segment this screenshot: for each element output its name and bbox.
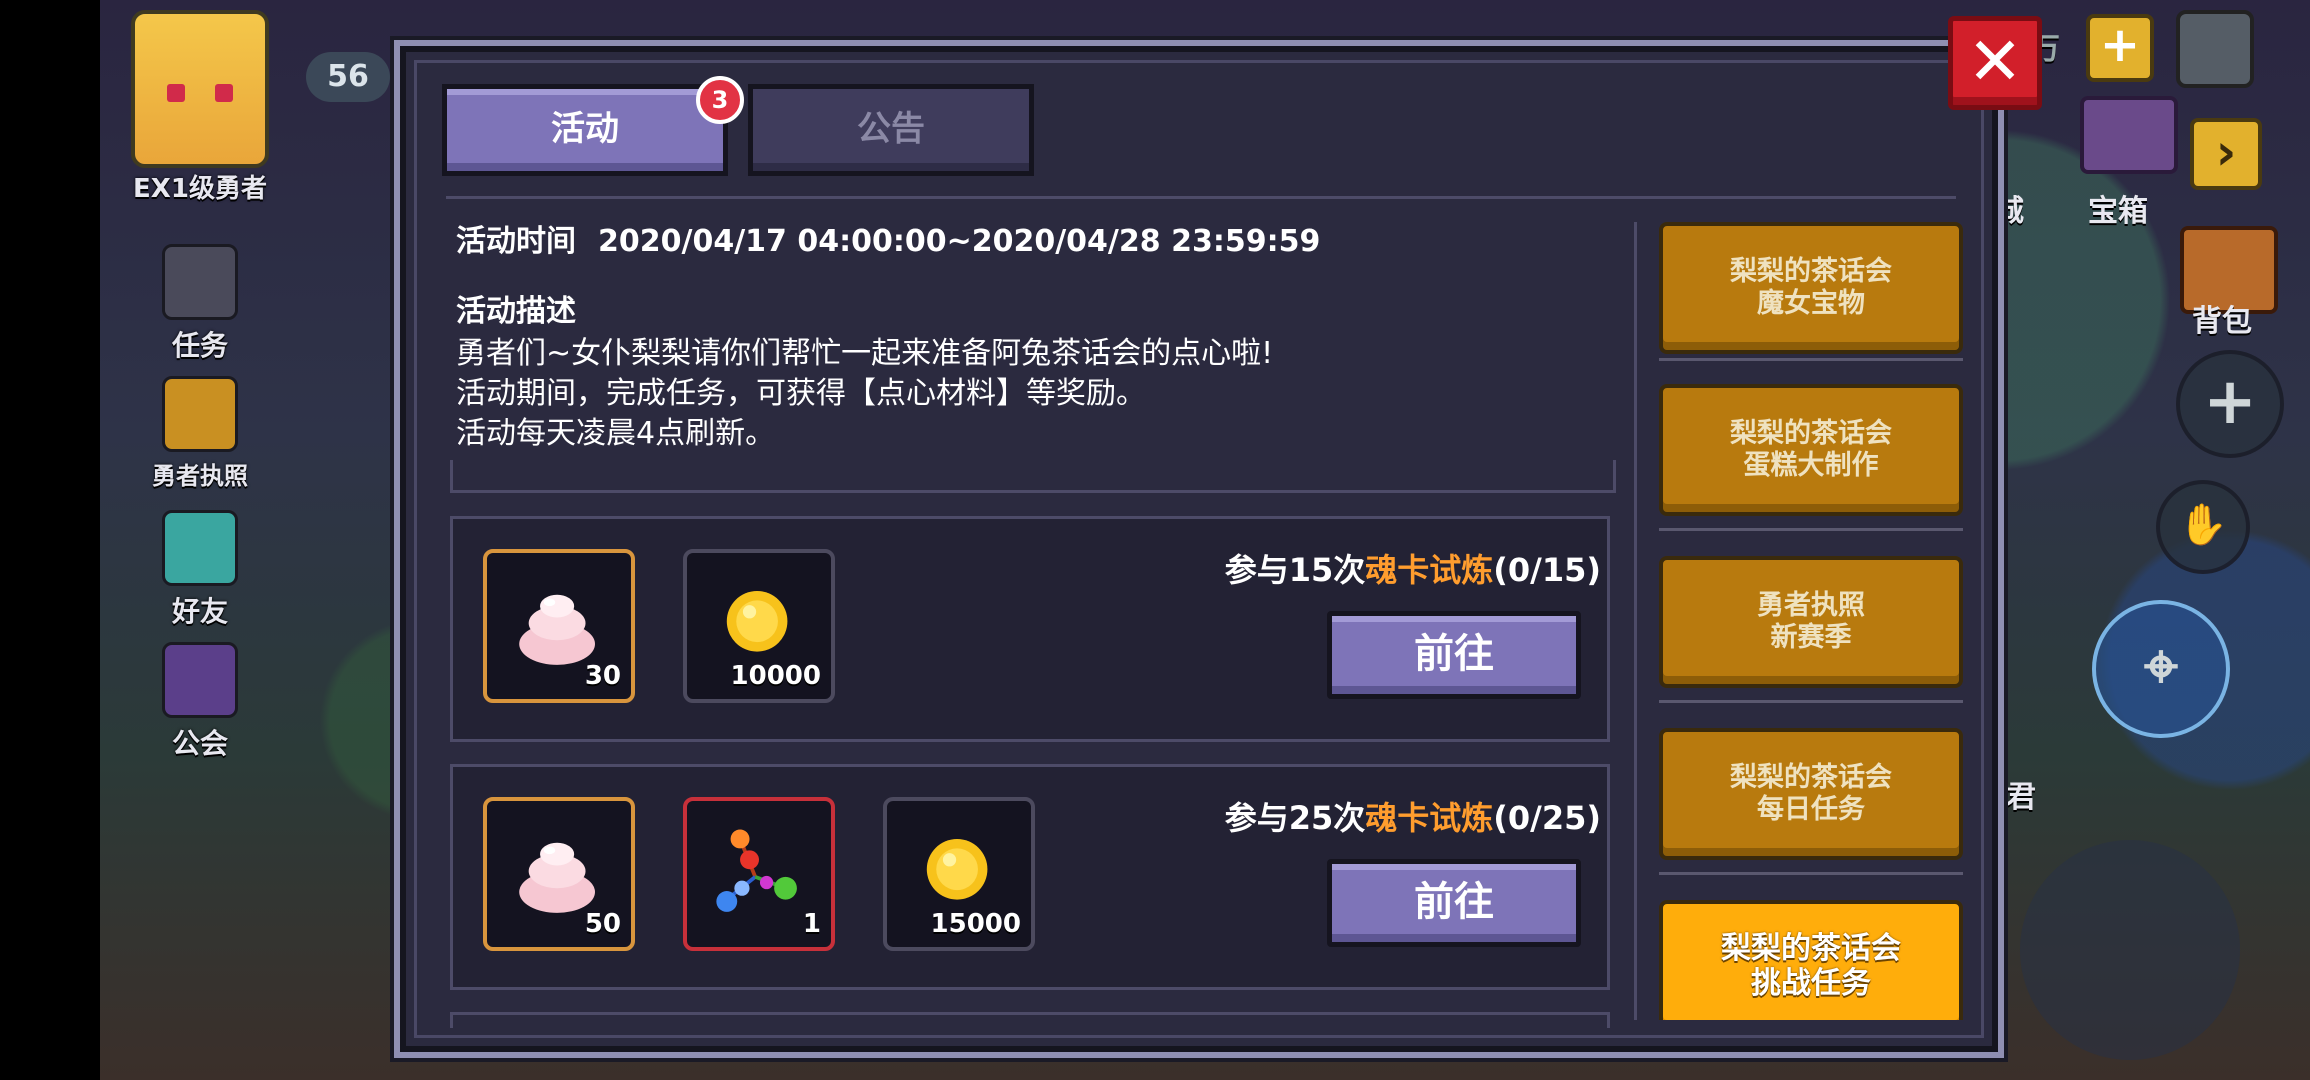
hero-profile[interactable]: EX1级勇者 [100,10,300,205]
guild-icon [162,642,238,718]
next-task-card-edge [450,1012,1610,1028]
reward-count: 15000 [930,909,1021,939]
hero-rank-label: EX1级勇者 [133,174,267,204]
event-list: 梨梨的茶话会 魔女宝物 梨梨的茶话会 蛋糕大制作 勇者执照 新赛季 梨梨的茶话会… [1634,222,1973,1020]
event-subtitle: 新赛季 [1770,622,1852,653]
event-button[interactable]: 梨梨的茶话会 每日任务 [1659,728,1963,860]
go-button[interactable]: 前往 [1327,611,1581,699]
activity-time-value: 2020/04/17 04:00:00~2020/04/28 23:59:59 [598,224,1321,259]
hud-task-button[interactable]: 任务 [100,244,300,364]
crosshair-icon[interactable]: ⌖ [2092,600,2230,738]
activity-desc-title: 活动描述 [456,294,576,329]
go-button[interactable]: 前往 [1327,859,1581,947]
event-separator [1659,358,1963,361]
task-highlight: 魂卡试炼 [1365,551,1494,589]
license-icon [162,376,238,452]
task-card: 50 1 15000 参与25次魂卡试炼(0/25) 前往 [450,764,1610,990]
task-icon [162,244,238,320]
task-progress: (0/15) [1493,551,1601,589]
event-title: 梨梨的茶话会 [1730,418,1892,449]
task-progress: (0/25) [1493,799,1601,837]
chest-label: 宝箱 [2088,194,2148,229]
event-button[interactable]: 梨梨的茶话会 魔女宝物 [1659,222,1963,354]
event-subtitle: 挑战任务 [1751,966,1871,1001]
event-button[interactable]: 梨梨的茶话会 蛋糕大制作 [1659,384,1963,516]
friends-icon [162,510,238,586]
chest-icon[interactable] [2080,96,2178,174]
event-title: 梨梨的茶话会 [1730,762,1892,793]
attack-joystick[interactable] [2020,840,2240,1060]
hud-guild-button[interactable]: 公会 [100,642,300,762]
hud-task-label: 任务 [171,329,228,362]
reward-count: 30 [584,661,621,691]
notification-badge: 3 [696,76,744,124]
activity-desc-line: 活动每天凌晨4点刷新。 [456,416,776,451]
activity-desc-line: 勇者们~女仆梨梨请你们帮忙一起来准备阿兔茶话会的点心啦! [456,336,1274,371]
reward-slot[interactable]: 15000 [883,797,1035,951]
close-icon: ✕ [1967,23,2023,100]
task-prefix: 参与25次 [1224,799,1366,837]
event-title: 梨梨的茶话会 [1730,256,1892,287]
close-button[interactable]: ✕ [1948,16,2042,110]
reward-count: 50 [584,909,621,939]
event-subtitle: 每日任务 [1757,794,1865,825]
hud-guild-label: 公会 [171,727,228,760]
event-separator [1659,872,1963,875]
reward-slot[interactable]: 30 [483,549,635,703]
left-hud: EX1级勇者 56 任务 勇者执照 好友 公会 [100,0,390,1080]
task-card: 30 10000 参与15次魂卡试炼(0/15) 前往 [450,516,1610,742]
reward-slot[interactable]: 50 [483,797,635,951]
hud-license-button[interactable]: 勇者执照 [100,376,300,491]
reward-slot[interactable]: 1 [683,797,835,951]
event-button-active[interactable]: 梨梨的茶话会 挑战任务 [1659,900,1963,1020]
level-badge: 56 [306,52,390,102]
event-subtitle: 魔女宝物 [1757,288,1865,319]
event-title: 梨梨的茶话会 [1721,931,1901,966]
reward-count: 10000 [730,661,821,691]
grid-menu-icon[interactable] [2176,10,2254,88]
task-requirement: 参与15次魂卡试炼(0/15) [1225,545,1601,591]
activity-desc-line: 活动期间，完成任务，可获得【点心材料】等奖励。 [456,376,1146,411]
activity-time-label: 活动时间 [456,224,576,259]
tab-notice[interactable]: 公告 [748,84,1034,176]
description-box-bottom [450,460,1616,493]
hud-friends-button[interactable]: 好友 [100,510,300,630]
event-separator [1659,528,1963,531]
plus-round-button[interactable]: + [2176,350,2284,458]
activity-time: 活动时间 2020/04/17 04:00:00~2020/04/28 23:59… [456,216,1320,260]
expand-arrow-icon[interactable]: › [2190,118,2262,190]
add-currency-button[interactable]: + [2086,14,2154,82]
bag-label: 背包 [2192,304,2252,339]
activity-description-panel: 活动时间 2020/04/17 04:00:00~2020/04/28 23:59… [448,206,1610,492]
hand-round-icon[interactable]: ✋ [2156,480,2250,574]
partial-right-label: 君 [2006,780,2036,815]
tab-divider [446,196,1956,199]
hud-license-label: 勇者执照 [152,462,248,490]
event-title: 勇者执照 [1757,590,1865,621]
reward-count: 1 [802,909,821,939]
hud-friends-label: 好友 [171,595,228,628]
right-hud: 万 + 宝箱 › 城 背包 + ✋ ⌖ 君 [1990,0,2310,1080]
tab-activity[interactable]: 活动 [442,84,728,176]
task-prefix: 参与15次 [1224,551,1366,589]
reward-slot[interactable]: 10000 [683,549,835,703]
task-highlight: 魂卡试炼 [1365,799,1494,837]
event-button[interactable]: 勇者执照 新赛季 [1659,556,1963,688]
event-subtitle: 蛋糕大制作 [1743,450,1879,481]
event-separator [1659,700,1963,703]
hero-avatar [131,10,269,168]
task-requirement: 参与25次魂卡试炼(0/25) [1225,793,1601,839]
